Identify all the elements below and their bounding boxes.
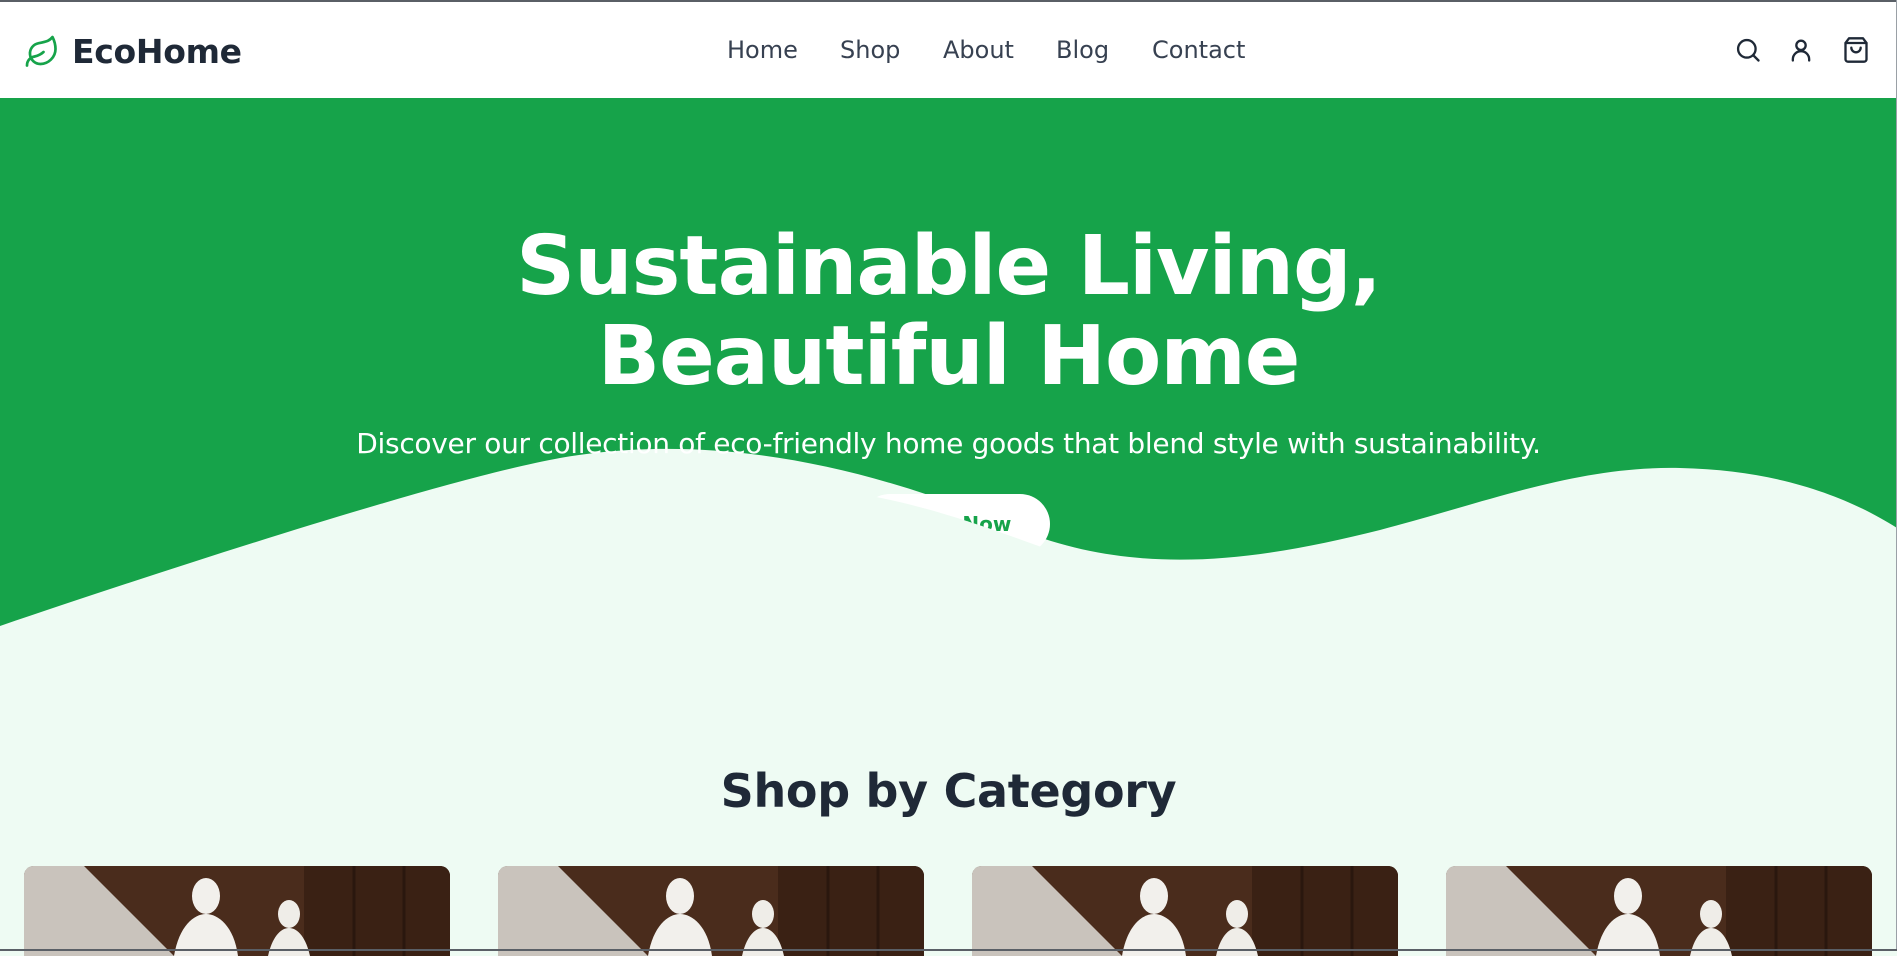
hero-title-line1: Sustainable Living, <box>516 219 1381 314</box>
nav-shop[interactable]: Shop <box>840 36 900 64</box>
hero-title-line2: Beautiful Home <box>598 309 1300 404</box>
search-button[interactable] <box>1732 34 1764 66</box>
hero-section: Sustainable Living, Beautiful Home Disco… <box>0 98 1897 628</box>
category-photo <box>24 866 450 956</box>
nav-blog[interactable]: Blog <box>1056 36 1109 64</box>
category-card[interactable] <box>24 866 450 956</box>
category-card[interactable] <box>972 866 1398 956</box>
nav-about[interactable]: About <box>943 36 1014 64</box>
hero-subtitle: Discover our collection of eco-friendly … <box>0 427 1897 460</box>
wave-overlap <box>860 494 1060 554</box>
user-icon <box>1787 36 1815 64</box>
hero-cta-container: Shop Now <box>860 494 1060 554</box>
hero-title: Sustainable Living, Beautiful Home <box>0 222 1897 402</box>
category-section-title: Shop by Category <box>0 764 1897 818</box>
nav-contact[interactable]: Contact <box>1152 36 1245 64</box>
category-card[interactable] <box>1446 866 1872 956</box>
main-nav: Home Shop About Blog Contact <box>0 36 1897 70</box>
cart-button[interactable] <box>1840 34 1872 66</box>
search-icon <box>1734 36 1762 64</box>
category-photo <box>1446 866 1872 956</box>
account-button[interactable] <box>1785 34 1817 66</box>
site-header: EcoHome Home Shop About Blog Contact <box>0 2 1897 98</box>
category-photo <box>498 866 924 956</box>
category-photo <box>972 866 1398 956</box>
nav-home[interactable]: Home <box>727 36 798 64</box>
shopping-bag-icon <box>1842 36 1870 64</box>
category-card[interactable] <box>498 866 924 956</box>
